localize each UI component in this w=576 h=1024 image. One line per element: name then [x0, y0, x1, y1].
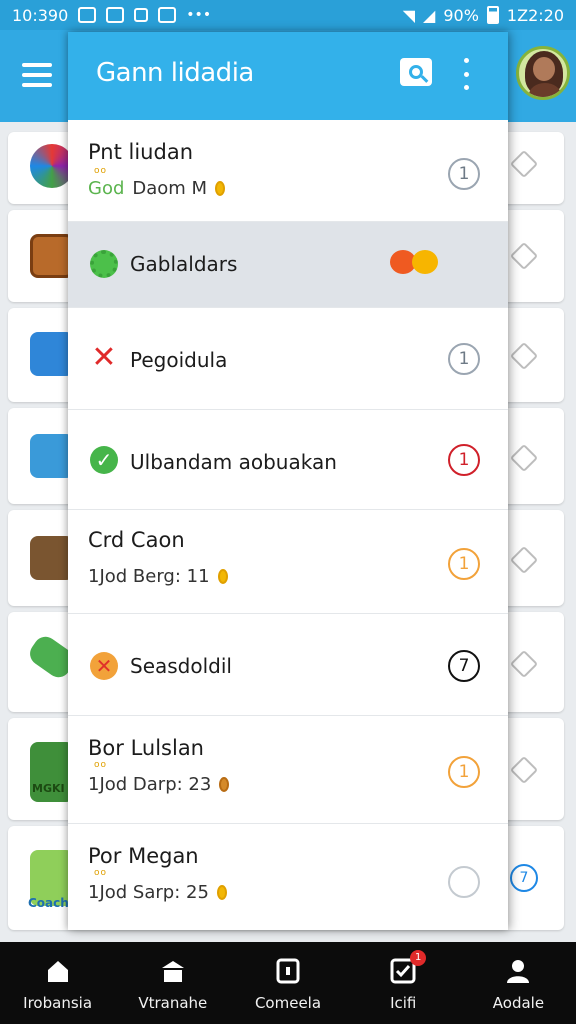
tasks-icon: 1 — [390, 950, 427, 984]
drawer-item-subtitle: 1Jod Darp: 23 — [88, 774, 230, 795]
search-icon[interactable] — [400, 58, 432, 86]
drawer-item[interactable]: ✓ Ulbandam aobuakan 1 — [68, 410, 508, 510]
check-circle-icon: ✓ — [90, 446, 118, 474]
subtitle-prefix: God — [88, 178, 125, 199]
nav-label: Aodale — [492, 994, 545, 1012]
drawer-item[interactable]: ✕ Seasdoldil 7 — [68, 614, 508, 716]
drawer-item-detail[interactable]: Bor Lulslan oo 1Jod Darp: 23 1 — [68, 716, 508, 824]
drawer-item-title: Bor Lulslan — [88, 736, 204, 760]
bookmark-icon[interactable] — [509, 649, 539, 679]
drawer-item-subtitle: 1Jod Berg: 11 — [88, 566, 228, 587]
count-badge: 1 — [448, 158, 480, 190]
wifi-icon: ◥ — [402, 5, 416, 25]
bookmark-icon[interactable] — [509, 755, 539, 785]
more-vertical-icon[interactable] — [458, 58, 474, 90]
bookmark-icon[interactable] — [509, 545, 539, 575]
count-badge: 1 — [448, 756, 480, 788]
subtitle-text: 1Jod Sarp: 25 — [88, 882, 209, 903]
nav-item-home[interactable]: Irobansia — [0, 942, 115, 1024]
count-badge: 7 — [448, 650, 480, 682]
notification-badge: 1 — [410, 950, 427, 966]
notification-icon — [134, 8, 149, 22]
home-icon — [45, 958, 71, 984]
store-icon — [160, 958, 186, 984]
bookmark-icon[interactable] — [509, 341, 539, 371]
count-badge: 1 — [448, 444, 480, 476]
more-notifications-icon: ••• — [186, 7, 212, 23]
drawer-item-label: Seasdoldil — [130, 654, 232, 678]
drawer-item-label: Pegoidula — [130, 348, 228, 372]
check-mail-icon — [106, 7, 125, 23]
pill-icon: ✕ — [90, 652, 118, 680]
card-icon — [275, 958, 301, 984]
rating-dots: oo — [94, 868, 108, 878]
drawer-item[interactable]: ✕ Pegoidula 1 — [68, 308, 508, 410]
profile-icon — [505, 958, 531, 984]
game-thumbnail-label: Coach — [28, 896, 69, 910]
nav-label: Icifi — [390, 994, 417, 1012]
coin-icon — [217, 569, 228, 584]
fruit-icons — [390, 250, 438, 274]
subtitle-text: Daom M — [132, 178, 208, 199]
drawer-item-label: Gablaldars — [130, 252, 238, 276]
mail-icon — [78, 7, 97, 23]
hamburger-icon[interactable] — [22, 63, 52, 87]
drawer-item-title: Pnt liudan — [88, 140, 193, 164]
count-badge: 1 — [448, 343, 480, 375]
battery-icon — [486, 6, 499, 24]
rating-dots: oo — [94, 166, 108, 176]
status-time-left: 10:390 — [12, 5, 69, 25]
coin-icon — [219, 777, 230, 792]
subtitle-text: 1Jod Berg: 11 — [88, 566, 210, 587]
profile-avatar[interactable] — [516, 46, 570, 100]
nav-item-card[interactable]: Comeela — [230, 942, 345, 1024]
nav-label: Vtranahe — [138, 994, 208, 1012]
bookmark-icon[interactable] — [509, 443, 539, 473]
count-badge: 1 — [448, 548, 480, 580]
bottom-navigation: Irobansia Vtranahe Comeela 1 Icifi Aodal… — [0, 942, 576, 1024]
drawer-item-title: Crd Caon — [88, 528, 185, 552]
coin-icon — [216, 885, 227, 900]
status-time-right: 1Z2:20 — [506, 5, 564, 25]
bookmark-icon[interactable] — [509, 241, 539, 271]
drawer-title: Gann lidadia — [96, 58, 254, 88]
status-bar: 10:390 ••• ◥ ◢ 90% 1Z2:20 — [0, 0, 576, 30]
battery-percent: 90% — [443, 5, 479, 25]
nav-item-profile[interactable]: Aodale — [461, 942, 576, 1024]
subtitle-text: 1Jod Darp: 23 — [88, 774, 212, 795]
close-x-icon: ✕ — [91, 340, 117, 375]
side-badge[interactable]: 7 — [510, 864, 538, 892]
bookmark-icon[interactable] — [509, 149, 539, 179]
nav-label: Irobansia — [23, 994, 93, 1012]
game-thumbnail-label: MGKI — [32, 782, 65, 795]
drawer-item-subtitle: God Daom M — [88, 178, 226, 199]
nav-label: Comeela — [254, 994, 322, 1012]
nav-item-tasks[interactable]: 1 Icifi — [346, 942, 461, 1024]
drawer-item-detail[interactable]: Crd Caon 1Jod Berg: 11 1 — [68, 510, 508, 614]
signal-icon: ◢ — [423, 5, 436, 25]
drawer-item-title: Por Megan — [88, 844, 199, 868]
drawer-item-settings[interactable]: Gablaldars — [68, 222, 508, 308]
drawer-item-label: Ulbandam aobuakan — [130, 450, 337, 474]
rating-dots: oo — [94, 760, 108, 770]
nav-item-store[interactable]: Vtranahe — [115, 942, 230, 1024]
navigation-drawer: Gann lidadia Pnt liudan oo God Daom M 1 … — [68, 32, 508, 930]
drawer-item-detail[interactable]: Pnt liudan oo God Daom M 1 — [68, 120, 508, 222]
message-icon — [158, 7, 177, 23]
drawer-item-detail[interactable]: Por Megan oo 1Jod Sarp: 25 — [68, 824, 508, 930]
drawer-item-subtitle: 1Jod Sarp: 25 — [88, 882, 227, 903]
count-badge — [448, 866, 480, 898]
drawer-header: Gann lidadia — [68, 32, 508, 120]
coin-icon — [215, 181, 226, 196]
gear-icon — [90, 250, 118, 278]
